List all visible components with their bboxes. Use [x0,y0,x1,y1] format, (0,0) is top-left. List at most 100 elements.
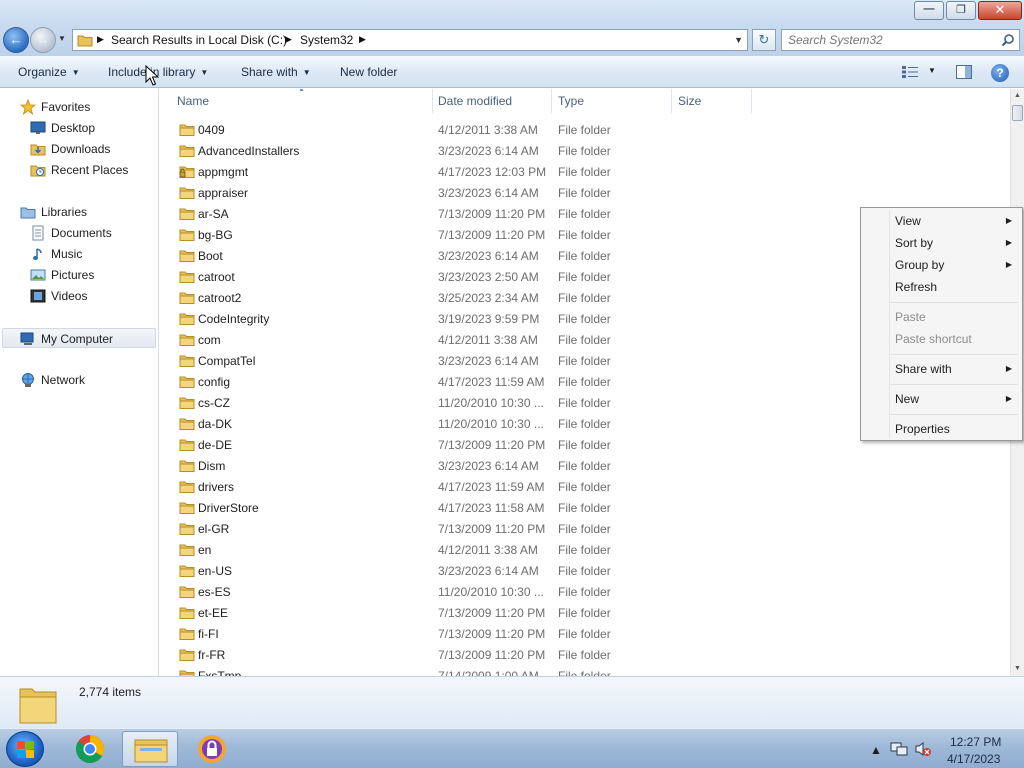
close-button[interactable]: ✕ [978,1,1022,20]
file-type: File folder [558,648,611,662]
file-row[interactable]: appmgmt 4/17/2023 12:03 PM File folder [160,161,1010,182]
back-button[interactable]: ← [3,27,29,53]
breadcrumb-separator-icon[interactable]: ▶ [285,34,292,45]
address-bar[interactable]: ▶ Search Results in Local Disk (C:) ▶ Sy… [72,29,748,51]
taskbar-windows-explorer[interactable] [122,731,178,767]
menu-sort-by-label: Sort by [895,236,934,250]
taskbar-chrome[interactable] [62,731,118,767]
clock-time[interactable]: 12:27 PM [950,735,1001,749]
details-pane: 2,774 items [0,676,1024,728]
column-header-name[interactable]: Name [177,89,432,113]
file-row[interactable]: fi-FI 7/13/2009 11:20 PM File folder [160,623,1010,644]
menu-item-paste-shortcut[interactable]: Paste shortcut [863,328,1020,350]
column-type-label: Type [558,94,585,108]
file-row[interactable]: el-GR 7/13/2009 11:20 PM File folder [160,518,1010,539]
breadcrumb-separator-icon[interactable]: ▶ [359,34,366,45]
search-box[interactable] [781,29,1020,51]
nav-network[interactable]: Network [20,370,150,390]
address-dropdown-icon[interactable]: ▼ [734,35,743,45]
file-row[interactable]: en 4/12/2011 3:38 AM File folder [160,539,1010,560]
breadcrumb-separator-icon[interactable]: ▶ [97,34,104,45]
search-input[interactable] [788,33,993,47]
breadcrumb-system32[interactable]: System32 [300,33,353,47]
file-row[interactable]: fr-FR 7/13/2009 11:20 PM File folder [160,644,1010,665]
nav-favorites[interactable]: Favorites [20,97,150,117]
minimize-button[interactable]: — [914,1,944,20]
file-date-modified: 7/13/2009 11:20 PM [438,627,546,641]
file-date-modified: 4/17/2023 11:59 AM [438,480,545,494]
column-divider[interactable] [671,89,672,113]
search-icon[interactable] [1001,33,1015,47]
column-divider[interactable] [551,89,552,113]
restore-icon: ❐ [956,4,966,16]
scrollbar-thumb[interactable] [1012,105,1023,121]
share-with-button[interactable]: Share with ▼ [241,65,311,79]
file-row[interactable]: AdvancedInstallers 3/23/2023 6:14 AM File … [160,140,1010,161]
menu-item-new[interactable]: New ▶ [863,388,1020,410]
nav-desktop-label: Desktop [51,121,96,135]
scroll-down-icon[interactable]: ▼ [1011,662,1024,676]
computer-icon [20,332,34,345]
preview-pane-icon[interactable] [956,65,972,79]
nav-downloads[interactable]: Downloads [30,139,150,159]
network-tray-icon[interactable] [890,740,908,758]
help-icon[interactable]: ? [991,64,1009,82]
column-header-type[interactable]: Type [558,89,670,113]
recent-pages-dropdown-icon[interactable]: ▼ [58,34,66,43]
menu-item-group-by[interactable]: Group by ▶ [863,254,1020,276]
start-button[interactable] [6,731,44,767]
file-row[interactable]: en-US 3/23/2023 6:14 AM File folder [160,560,1010,581]
scroll-up-icon[interactable]: ▲ [1011,89,1024,103]
file-name: de-DE [198,438,233,452]
refresh-button[interactable]: ↻ [752,29,776,51]
file-row[interactable]: 0409 4/12/2011 3:38 AM File folder [160,119,1010,140]
forward-button[interactable]: → [30,27,56,53]
column-header-date-modified[interactable]: Date modified [438,89,550,113]
clock-date[interactable]: 4/17/2023 [947,752,1000,766]
file-name: appraiser [198,186,249,200]
file-type: File folder [558,207,611,221]
desktop-icon [30,121,46,134]
file-type: File folder [558,627,611,641]
nav-my-computer[interactable]: My Computer [2,328,156,348]
file-type: File folder [558,417,611,431]
nav-libraries[interactable]: Libraries [20,202,150,222]
menu-item-share-with[interactable]: Share with ▶ [863,358,1020,380]
nav-pictures[interactable]: Pictures [30,265,150,285]
change-view-icon[interactable] [902,66,918,78]
folder-icon [179,565,195,577]
file-name: fr-FR [198,648,226,662]
nav-recent-places[interactable]: Recent Places [30,160,150,180]
file-row[interactable]: es-ES 11/20/2010 10:30 ... File folder [160,581,1010,602]
breadcrumb-search-results[interactable]: Search Results in Local Disk (C:) [111,33,287,47]
file-row[interactable]: DriverStore 4/17/2023 11:58 AM File folder [160,497,1010,518]
back-arrow-icon: ← [9,32,23,47]
new-folder-button[interactable]: New folder [340,65,397,79]
menu-separator [891,384,1018,385]
nav-music[interactable]: Music [30,244,150,264]
menu-item-refresh[interactable]: Refresh [863,276,1020,298]
nav-desktop[interactable]: Desktop [30,118,150,138]
nav-documents[interactable]: Documents [30,223,150,243]
column-divider[interactable] [432,89,433,113]
restore-button[interactable]: ❐ [946,1,976,20]
column-header-size[interactable]: Size [678,89,750,113]
file-name: en [198,543,212,557]
file-row[interactable]: et-EE 7/13/2009 11:20 PM File folder [160,602,1010,623]
menu-item-paste[interactable]: Paste [863,306,1020,328]
file-name: en-US [198,564,233,578]
nav-videos[interactable]: Videos [30,286,150,306]
menu-item-sort-by[interactable]: Sort by ▶ [863,232,1020,254]
column-divider[interactable] [751,89,752,113]
taskbar-app-lock[interactable] [184,731,240,767]
menu-item-properties[interactable]: Properties [863,418,1020,440]
menu-item-view[interactable]: View ▶ [863,210,1020,232]
file-row[interactable]: FxsTmp 7/14/2009 1:00 AM File folder [160,665,1010,676]
file-row[interactable]: appraiser 3/23/2023 6:14 AM File folder [160,182,1010,203]
file-row[interactable]: drivers 4/17/2023 11:59 AM File folder [160,476,1010,497]
organize-button[interactable]: Organize ▼ [18,65,80,79]
file-name: es-ES [198,585,231,599]
view-dropdown-icon[interactable]: ▼ [928,66,936,75]
file-row[interactable]: Dism 3/23/2023 6:14 AM File folder [160,455,1010,476]
volume-muted-icon[interactable] [914,740,932,758]
